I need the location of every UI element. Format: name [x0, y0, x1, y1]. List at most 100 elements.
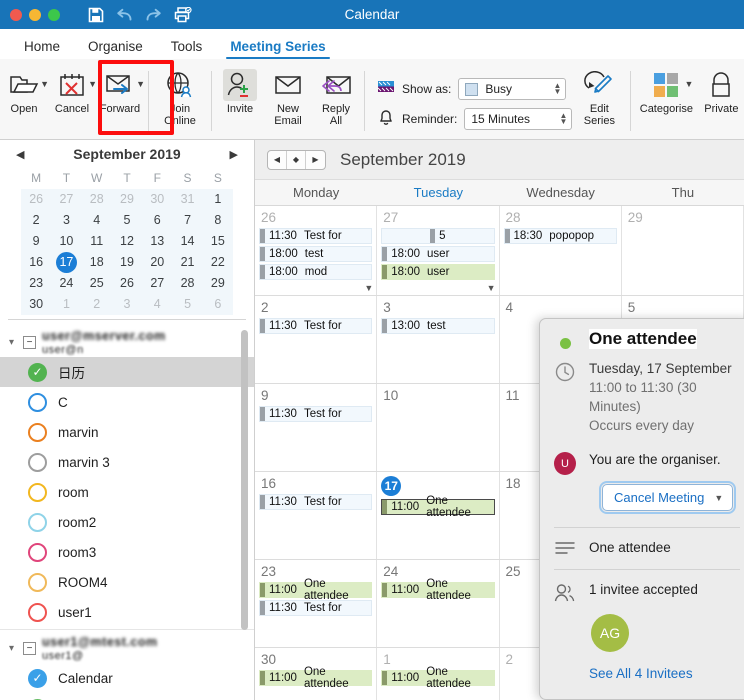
calendar-day-cell[interactable]: 17 11:00 One attendee: [377, 472, 500, 559]
calendar-color-ring-icon[interactable]: [28, 512, 47, 532]
private-button[interactable]: Private: [697, 63, 744, 115]
mini-calendar-day[interactable]: 4: [142, 294, 172, 315]
new-email-button[interactable]: New Email: [264, 63, 312, 127]
calendar-day-cell[interactable]: 1 11:00 One attendee: [377, 648, 500, 700]
calendar-list-item[interactable]: room3: [0, 537, 254, 567]
print-icon[interactable]: [174, 6, 192, 23]
mini-calendar-day[interactable]: 24: [51, 273, 81, 294]
mini-calendar-day[interactable]: 28: [82, 189, 112, 210]
reminder-select[interactable]: 15 Minutes ▲ ▼: [464, 108, 573, 130]
mini-calendar-day[interactable]: 7: [172, 210, 202, 231]
calendar-day-cell[interactable]: 28 18:30 popopop: [500, 206, 622, 295]
more-events-icon[interactable]: ▼: [364, 283, 373, 293]
mini-calendar-day[interactable]: 19: [112, 252, 142, 273]
edit-series-button[interactable]: Edit Series: [572, 63, 626, 127]
calendar-day-cell[interactable]: 9 11:30 Test for: [255, 384, 378, 471]
more-events-icon[interactable]: ▼: [487, 283, 496, 293]
mini-calendar-day[interactable]: 6: [142, 210, 172, 231]
calendar-event[interactable]: 11:30 Test for: [259, 318, 373, 334]
reminder-stepper-icon[interactable]: ▲ ▼: [559, 112, 567, 126]
collapse-box-icon[interactable]: −: [23, 336, 36, 349]
join-online-button[interactable]: Join Online: [153, 63, 207, 127]
mini-calendar-day[interactable]: 4: [82, 210, 112, 231]
calendar-today-icon[interactable]: ◆: [287, 150, 306, 169]
mini-calendar-day[interactable]: 22: [203, 252, 233, 273]
attendee-avatar[interactable]: AG: [591, 614, 629, 652]
calendar-color-ring-icon[interactable]: [28, 392, 47, 412]
mini-calendar-day[interactable]: 27: [142, 273, 172, 294]
mini-calendar-day[interactable]: 26: [112, 273, 142, 294]
calendar-checked-icon[interactable]: ✓: [28, 668, 47, 688]
mini-calendar-day[interactable]: 8: [203, 210, 233, 231]
calendar-day-cell[interactable]: 30 11:00 One attendee: [255, 648, 378, 700]
calendar-list-item[interactable]: room: [0, 477, 254, 507]
mini-calendar-day[interactable]: 3: [51, 210, 81, 231]
calendar-prev-icon[interactable]: ◀: [268, 150, 287, 169]
calendar-event[interactable]: 11:00 One attendee: [381, 495, 495, 519]
calendar-next-icon[interactable]: ▶: [306, 151, 325, 169]
calendar-event[interactable]: 18:00 test: [259, 246, 373, 262]
mini-calendar-day[interactable]: 9: [21, 231, 51, 252]
mini-calendar-day[interactable]: 29: [203, 273, 233, 294]
mini-calendar-day[interactable]: 18: [82, 252, 112, 273]
calendar-event[interactable]: 11:00 One attendee: [259, 666, 373, 690]
forward-button[interactable]: ▼ Forward: [96, 63, 145, 115]
mini-calendar-day[interactable]: 12: [112, 231, 142, 252]
calendar-day-cell[interactable]: 10: [377, 384, 500, 471]
calendar-event[interactable]: 18:00 user: [381, 264, 495, 280]
calendar-event[interactable]: 11:30 Test for: [259, 228, 373, 244]
account-header[interactable]: ▾ − user@mserver.com user@n: [0, 328, 254, 357]
mini-calendar-day[interactable]: 23: [21, 273, 51, 294]
mini-calendar-day[interactable]: 13: [142, 231, 172, 252]
forward-caret-icon[interactable]: ▼: [136, 79, 145, 89]
calendar-color-ring-icon[interactable]: [28, 482, 47, 502]
calendar-color-ring-icon[interactable]: [28, 542, 47, 562]
calendar-event[interactable]: 18:30 popopop: [503, 228, 617, 244]
calendar-checked-icon[interactable]: ✓: [28, 362, 47, 382]
window-controls[interactable]: [10, 8, 60, 21]
maximize-window-icon[interactable]: [48, 8, 60, 21]
redo-icon[interactable]: [145, 8, 162, 22]
account-header[interactable]: ▾ − user1@mtest.com user1@: [0, 634, 254, 663]
calendar-day-cell[interactable]: 16 11:30 Test for: [255, 472, 378, 559]
categorise-button[interactable]: ▼ Categorise: [635, 63, 697, 115]
save-icon[interactable]: [88, 7, 104, 23]
calendar-day-cell[interactable]: 3 13:00 test: [377, 296, 500, 383]
calendar-day-cell[interactable]: 27 5 18:00 user 18:00 user ▼: [377, 206, 500, 295]
mini-calendar-day[interactable]: 15: [203, 231, 233, 252]
calendar-color-ring-icon[interactable]: [28, 452, 47, 472]
calendar-color-ring-icon[interactable]: [28, 572, 47, 592]
mini-calendar-prev-icon[interactable]: ◀: [16, 148, 24, 161]
calendar-color-ring-icon[interactable]: [28, 422, 47, 442]
mini-calendar-day[interactable]: 2: [21, 210, 51, 231]
show-as-stepper-icon[interactable]: ▲ ▼: [553, 82, 561, 96]
tab-tools[interactable]: Tools: [157, 39, 217, 59]
mini-calendar-day[interactable]: 1: [203, 189, 233, 210]
close-window-icon[interactable]: [10, 8, 22, 21]
tab-organise[interactable]: Organise: [74, 39, 157, 59]
mini-calendar-day[interactable]: 30: [142, 189, 172, 210]
mini-calendar-day[interactable]: 21: [172, 252, 202, 273]
invite-button[interactable]: Invite: [216, 63, 264, 115]
cancel-button[interactable]: ▼ Cancel: [48, 63, 97, 115]
mini-calendar-day[interactable]: 30: [21, 294, 51, 315]
mini-calendar-day[interactable]: 20: [142, 252, 172, 273]
calendar-list-item[interactable]: marvin: [0, 417, 254, 447]
calendar-list-item[interactable]: Birthdays: [0, 693, 254, 700]
mini-calendar-day[interactable]: 29: [112, 189, 142, 210]
calendar-event[interactable]: 5: [381, 228, 495, 244]
mini-calendar-day[interactable]: 31: [172, 189, 202, 210]
calendar-event[interactable]: 11:30 Test for: [259, 406, 373, 422]
show-as-select[interactable]: Busy ▲ ▼: [458, 78, 567, 100]
open-button[interactable]: ▼ Open: [0, 63, 49, 115]
tab-home[interactable]: Home: [10, 39, 74, 59]
calendar-event[interactable]: 11:30 Test for: [259, 600, 373, 616]
collapse-box-icon[interactable]: −: [23, 642, 36, 655]
disclosure-chevron-icon[interactable]: ▾: [6, 337, 17, 348]
calendar-list-item[interactable]: room2: [0, 507, 254, 537]
calendar-nav-group[interactable]: ◀ ◆ ▶: [267, 149, 326, 170]
calendar-list-item[interactable]: ROOM4: [0, 567, 254, 597]
mini-calendar-day[interactable]: 3: [112, 294, 142, 315]
mini-calendar-day[interactable]: 26: [21, 189, 51, 210]
mini-calendar-day[interactable]: 5: [112, 210, 142, 231]
